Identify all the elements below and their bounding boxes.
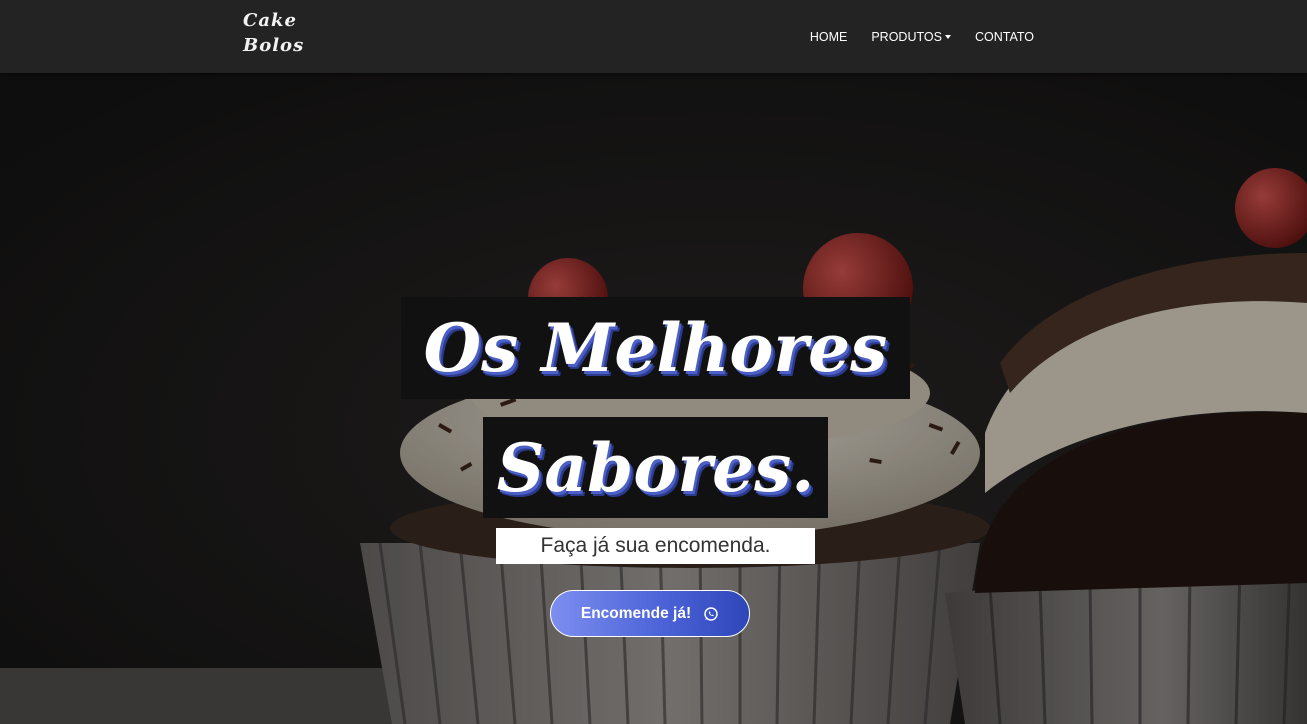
brand-line-1: Cake bbox=[243, 10, 297, 31]
nav-item-home[interactable]: HOME bbox=[810, 30, 848, 44]
nav-item-produtos-label: PRODUTOS bbox=[871, 29, 942, 44]
nav-item-produtos[interactable]: PRODUTOS bbox=[871, 30, 951, 44]
nav-menu: HOME PRODUTOS CONTATO bbox=[786, 0, 1034, 73]
nav-item-contato[interactable]: CONTATO bbox=[975, 30, 1034, 44]
headline-line-1: Os Melhores bbox=[401, 297, 910, 399]
order-now-button[interactable]: Encomende já! bbox=[550, 590, 750, 637]
hero-content: Os Melhores Sabores. Faça já sua encomen… bbox=[0, 73, 1307, 724]
hero-section: Os Melhores Sabores. Faça já sua encomen… bbox=[0, 73, 1307, 724]
hero-subtitle: Faça já sua encomenda. bbox=[496, 528, 815, 564]
navbar: Cake Bolos HOME PRODUTOS CONTATO bbox=[0, 0, 1307, 73]
brand-logo[interactable]: Cake Bolos bbox=[243, 8, 323, 58]
order-now-button-label: Encomende já! bbox=[580, 604, 692, 622]
caret-down-icon bbox=[944, 35, 951, 39]
brand-line-2: Bolos bbox=[243, 35, 305, 56]
headline-line-2: Sabores. bbox=[483, 417, 828, 518]
whatsapp-icon bbox=[704, 606, 718, 621]
